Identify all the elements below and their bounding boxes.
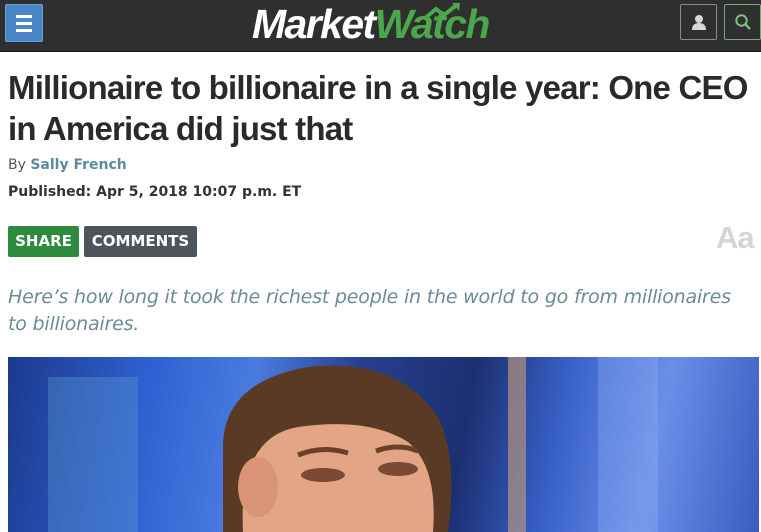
article-subheadline: Here’s how long it took the richest peop… bbox=[8, 286, 731, 335]
published-date: Published: Apr 5, 2018 10:07 p.m. ET bbox=[8, 184, 302, 200]
menu-button[interactable] bbox=[5, 4, 43, 42]
search-button[interactable] bbox=[724, 4, 761, 40]
user-account-button[interactable] bbox=[680, 4, 717, 40]
top-navigation-bar: MarketWatch bbox=[0, 0, 761, 52]
author-link[interactable]: Sally French bbox=[30, 157, 126, 173]
comments-button[interactable]: COMMENTS bbox=[84, 226, 197, 257]
article-photo bbox=[8, 357, 759, 532]
byline-prefix: By bbox=[8, 157, 26, 173]
logo-arrow-icon bbox=[422, 2, 460, 21]
article-headline: Millionaire to billionaire in a single y… bbox=[8, 69, 748, 147]
byline: By Sally French bbox=[8, 157, 127, 173]
search-icon bbox=[735, 14, 751, 30]
marketwatch-logo[interactable]: MarketWatch bbox=[252, 1, 490, 47]
font-size-button[interactable]: Aa bbox=[716, 220, 755, 256]
logo-market-text: Market bbox=[252, 1, 376, 47]
share-button[interactable]: SHARE bbox=[8, 226, 79, 257]
user-icon bbox=[692, 15, 706, 30]
hamburger-menu-icon bbox=[16, 14, 32, 18]
portrait-illustration bbox=[48, 357, 658, 532]
